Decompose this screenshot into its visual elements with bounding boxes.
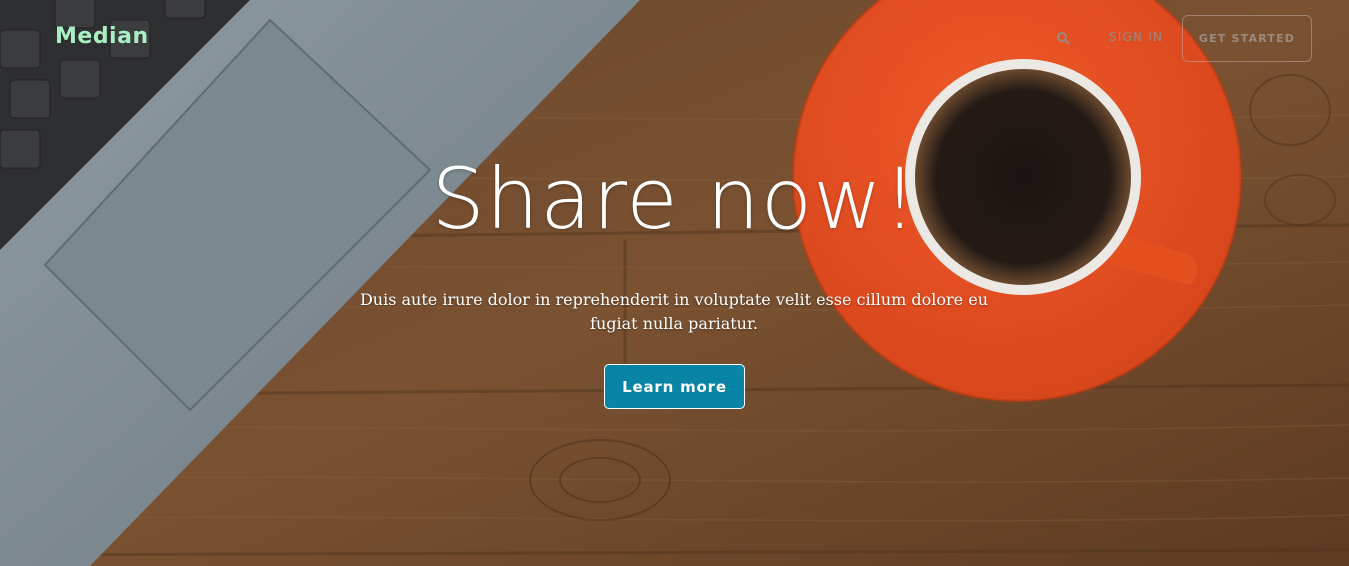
learn-more-button[interactable]: Learn more — [604, 364, 745, 409]
logo[interactable]: Median — [55, 24, 149, 49]
hero-subtext: Duis aute irure dolor in reprehenderit i… — [359, 290, 989, 333]
hero-headline: Share now! — [431, 150, 918, 248]
search-icon[interactable] — [1056, 31, 1070, 45]
sign-in-link[interactable]: SIGN IN — [1109, 30, 1163, 44]
hero-section: Median SIGN IN GET STARTED Share now! Du… — [0, 0, 1349, 566]
hero-background-image — [0, 0, 1349, 566]
get-started-button[interactable]: GET STARTED — [1182, 15, 1312, 62]
